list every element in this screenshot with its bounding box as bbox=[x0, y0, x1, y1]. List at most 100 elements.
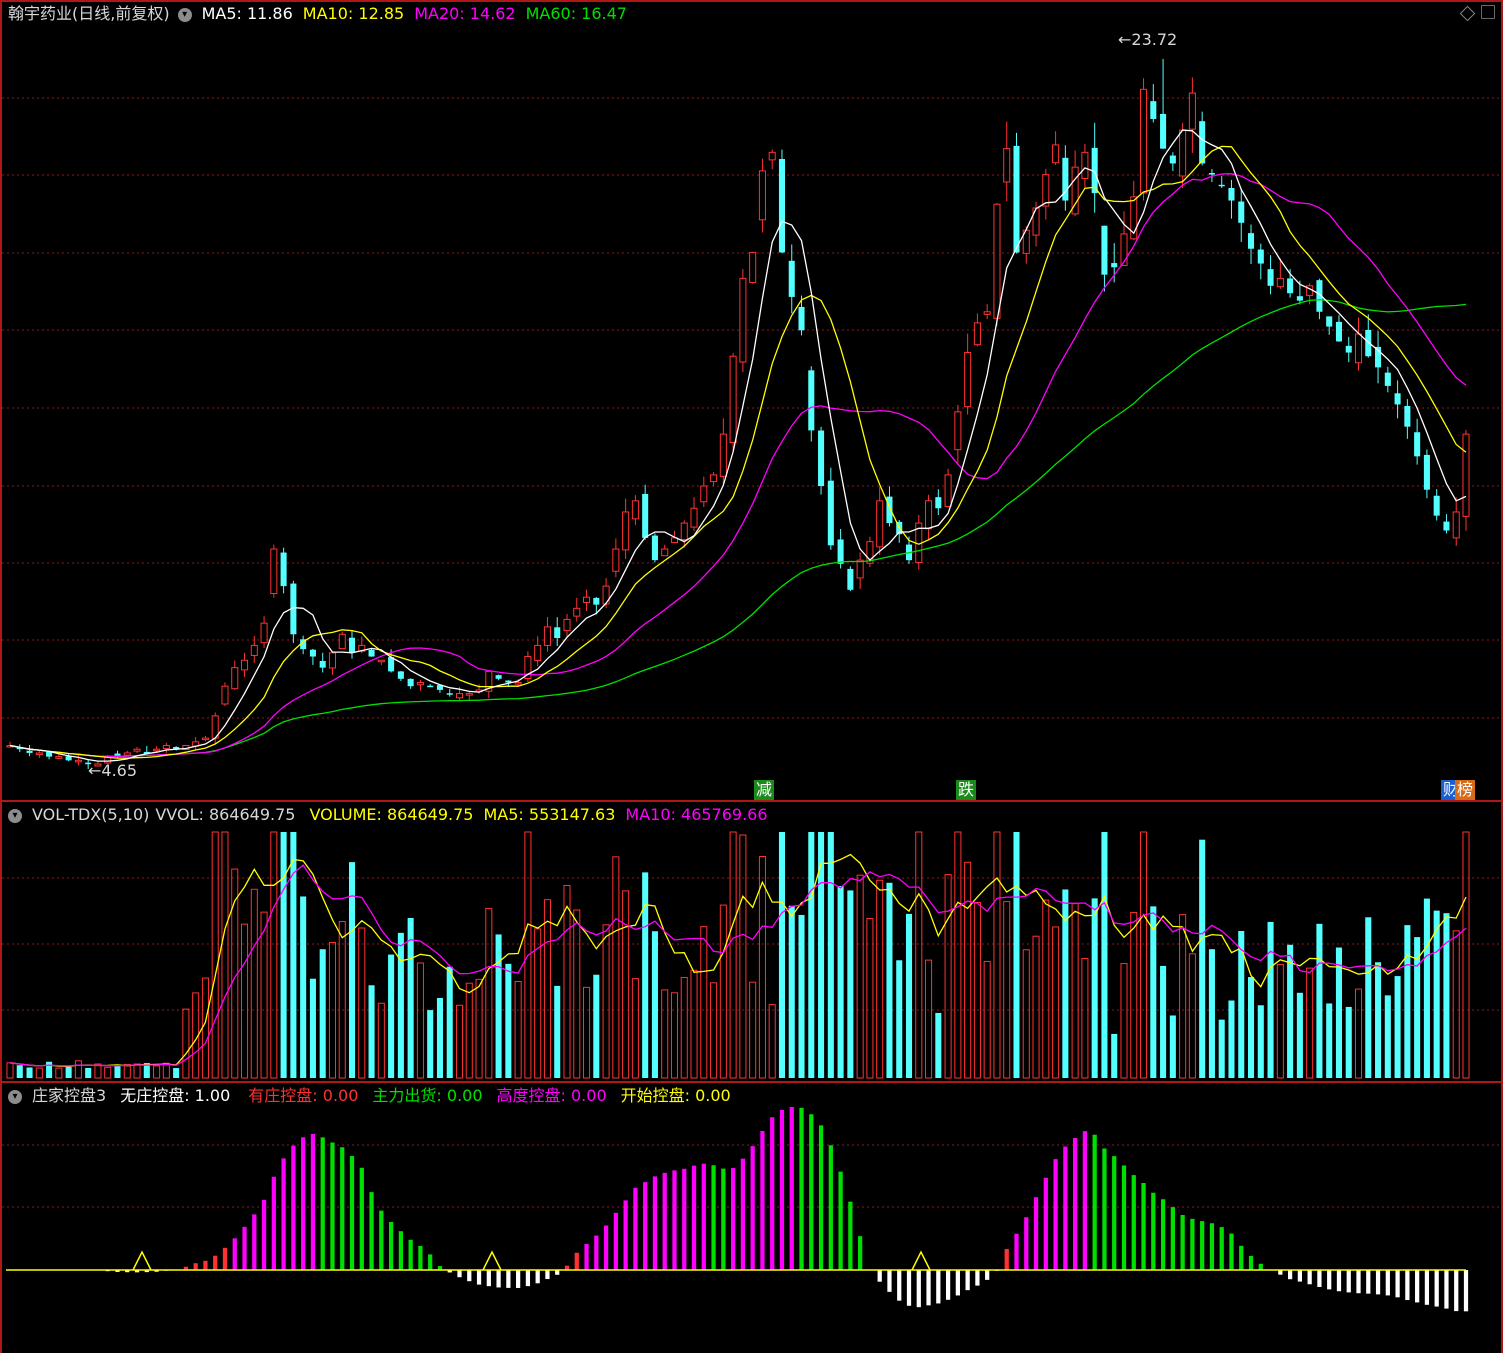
volume-bar bbox=[514, 980, 522, 1079]
volume-chart[interactable] bbox=[0, 802, 1503, 1082]
volume-bar bbox=[1042, 899, 1050, 1079]
candle-body bbox=[1228, 187, 1235, 201]
volume-bar bbox=[1081, 957, 1089, 1079]
candle-body bbox=[446, 693, 453, 695]
volume-bar bbox=[300, 896, 307, 1078]
candle-body bbox=[55, 756, 63, 759]
volume-bar bbox=[1276, 963, 1284, 1079]
candle-body bbox=[1208, 172, 1215, 175]
volume-bar bbox=[573, 909, 581, 1079]
volume-bar bbox=[250, 888, 258, 1079]
candle-body bbox=[416, 681, 424, 686]
candle-body bbox=[465, 693, 473, 696]
candle-body bbox=[935, 497, 942, 509]
kaishi-label: 开始控盘: 0.00 bbox=[620, 1086, 731, 1105]
candle-body bbox=[388, 657, 395, 672]
ind-dropdown-icon[interactable]: ▾ bbox=[8, 1089, 22, 1104]
settings-dropdown-icon[interactable]: ▾ bbox=[177, 7, 192, 22]
candle-body bbox=[1179, 129, 1187, 177]
panel-divider-1[interactable] bbox=[0, 800, 1503, 802]
vol-indicator-name[interactable]: VOL-TDX(5,10) bbox=[32, 805, 149, 824]
candle-body bbox=[612, 548, 620, 572]
candle-body bbox=[749, 251, 757, 283]
candle-body bbox=[583, 596, 591, 603]
kline-chart[interactable] bbox=[0, 0, 1503, 800]
candle-body bbox=[221, 685, 229, 705]
candle-body bbox=[993, 203, 1001, 319]
volume-bar bbox=[847, 890, 854, 1078]
volume-bar bbox=[46, 1061, 53, 1078]
volume-bar bbox=[1140, 831, 1148, 1079]
candle-body bbox=[123, 752, 131, 756]
tag-ranking[interactable]: 榜 bbox=[1455, 780, 1476, 800]
candle-body bbox=[1423, 454, 1430, 490]
candle-body bbox=[563, 618, 571, 632]
panel-divider-2[interactable] bbox=[0, 1081, 1503, 1083]
volume-bar bbox=[543, 899, 551, 1079]
candle-body bbox=[1101, 225, 1108, 275]
window-restore-icon[interactable] bbox=[1481, 5, 1495, 19]
volume-bar bbox=[407, 917, 414, 1078]
volume-bar bbox=[280, 832, 287, 1078]
vol-ma10-label: MA10: 465769.66 bbox=[625, 805, 768, 824]
candle-body bbox=[1218, 184, 1225, 187]
candle-body bbox=[368, 649, 375, 657]
volume-bar bbox=[758, 855, 766, 1079]
ma60-label: MA60: 16.47 bbox=[525, 4, 627, 23]
ma10-label: MA10: 12.85 bbox=[302, 4, 405, 23]
volume-bar bbox=[935, 1012, 942, 1078]
volume-bar bbox=[26, 1067, 33, 1078]
candle-body bbox=[427, 685, 434, 688]
volume-bar bbox=[954, 831, 962, 1079]
zhuli-label: 主力出货: 0.00 bbox=[372, 1086, 483, 1105]
candle-body bbox=[622, 511, 630, 551]
candle-body bbox=[1238, 201, 1245, 223]
volume-bar bbox=[700, 926, 708, 1079]
volume-bar bbox=[1394, 976, 1401, 1078]
volume-bar bbox=[622, 890, 630, 1079]
candle-body bbox=[495, 675, 502, 679]
volume-bar bbox=[388, 954, 395, 1078]
volume-bar bbox=[348, 862, 356, 1078]
volume-bar bbox=[680, 976, 688, 1079]
candle-body bbox=[651, 535, 658, 561]
volume-bar bbox=[915, 831, 923, 1079]
volume-bar bbox=[993, 831, 1001, 1079]
volume-bar bbox=[35, 1067, 43, 1079]
gaodu-label: 高度控盘: 0.00 bbox=[496, 1086, 607, 1105]
indicator-chart[interactable] bbox=[0, 1083, 1503, 1353]
tag-drop[interactable]: 跌 bbox=[956, 780, 977, 800]
volume-bar bbox=[1101, 832, 1108, 1078]
volume-bar bbox=[670, 992, 679, 1079]
candle-body bbox=[1257, 249, 1264, 264]
ma5-label: MA5: 11.86 bbox=[201, 4, 293, 23]
volume-bar bbox=[319, 949, 326, 1078]
candle-body bbox=[377, 659, 385, 663]
candle-body bbox=[1326, 316, 1333, 327]
ma20-line bbox=[9, 173, 1467, 757]
candle-body bbox=[1169, 155, 1176, 164]
volume-bar bbox=[1208, 949, 1215, 1078]
volume-bar bbox=[749, 981, 757, 1079]
volume-bar bbox=[1228, 1000, 1235, 1078]
volume-bar bbox=[74, 1060, 82, 1079]
volume-bar bbox=[377, 1002, 385, 1079]
stock-title[interactable]: 翰宇药业(日线,前复权) bbox=[8, 4, 170, 23]
volume-bar bbox=[896, 960, 903, 1078]
volume-bar bbox=[554, 985, 561, 1078]
candle-body bbox=[1404, 405, 1411, 427]
ma10-line bbox=[9, 145, 1467, 759]
vol-ma5-label: MA5: 553147.63 bbox=[483, 805, 616, 824]
candle-body bbox=[925, 500, 933, 530]
volume-bar bbox=[123, 1064, 131, 1079]
candle-body bbox=[758, 170, 766, 221]
volume-bar bbox=[201, 977, 209, 1079]
volume-bar bbox=[1296, 992, 1303, 1078]
ind-indicator-name[interactable]: 庄家控盘3 bbox=[32, 1086, 106, 1105]
volume-bar bbox=[475, 978, 483, 1079]
volume-bar bbox=[583, 986, 591, 1079]
volume-bar bbox=[1169, 1015, 1176, 1078]
vol-dropdown-icon[interactable]: ▾ bbox=[8, 808, 22, 823]
volume-bar bbox=[1345, 1006, 1352, 1078]
tag-reduce[interactable]: 减 bbox=[754, 780, 775, 800]
